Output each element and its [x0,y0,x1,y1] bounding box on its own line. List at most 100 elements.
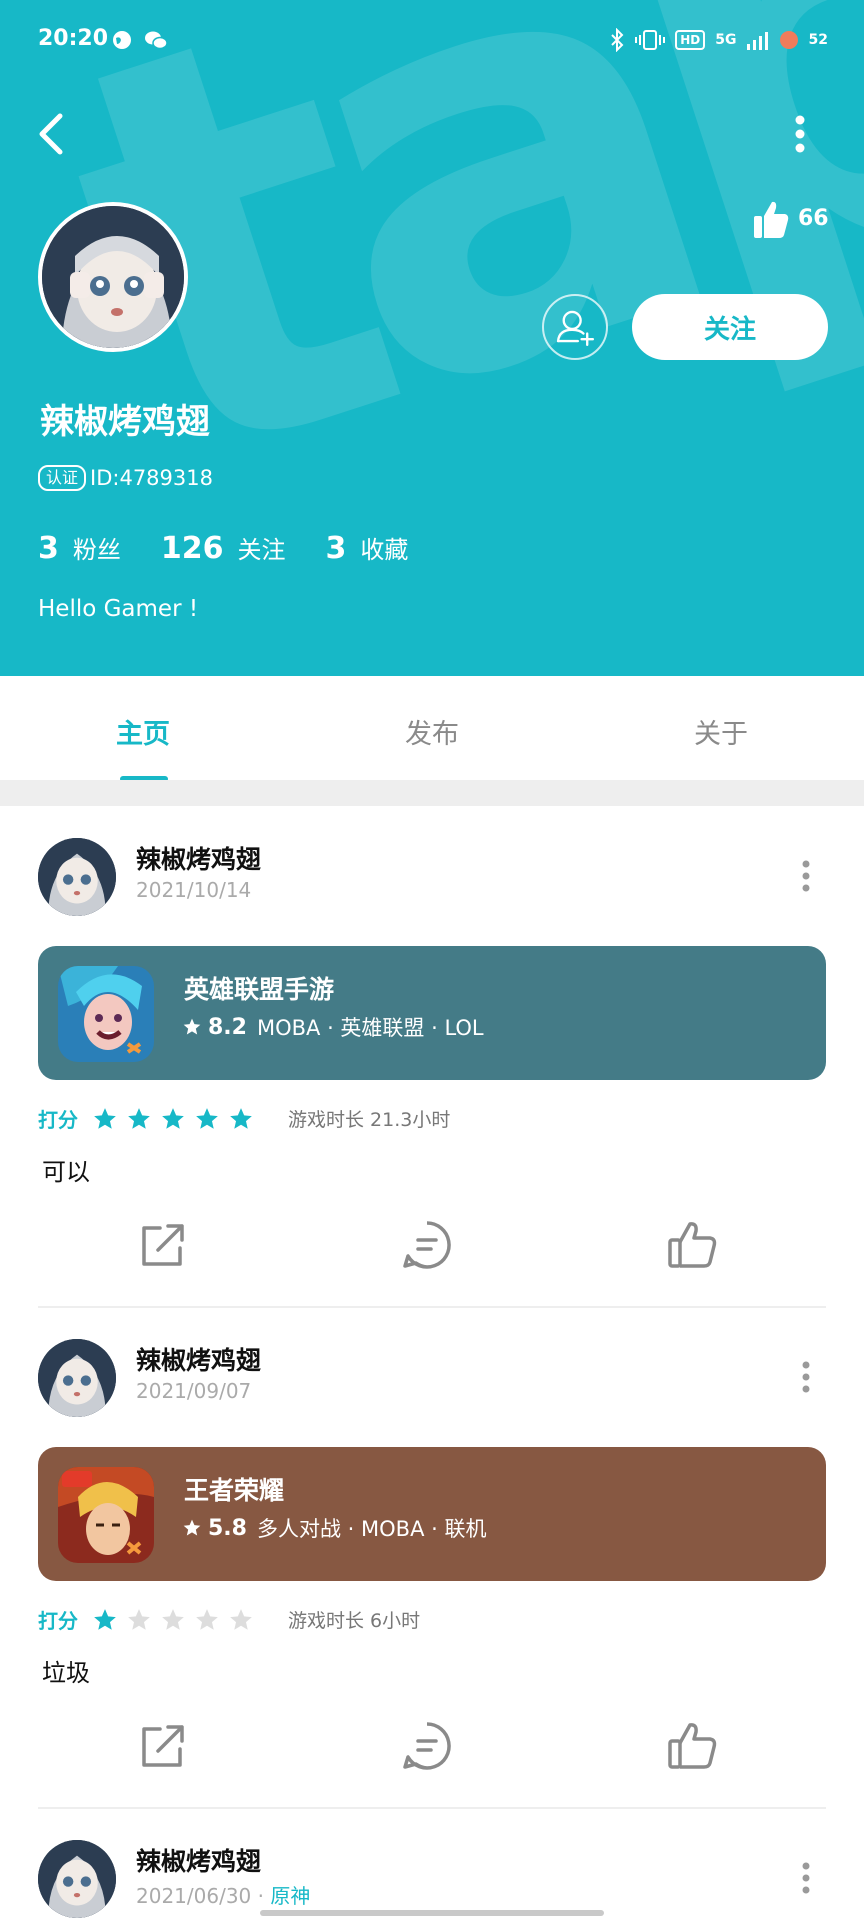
post-date: 2021/09/07 [136,1379,252,1403]
post-date: 2021/10/14 [136,878,252,902]
battery-icon [779,31,798,49]
wechat-icon [145,31,168,50]
rating-label: 打分 [38,1609,78,1633]
avatar-image [42,206,184,348]
signal-icon [746,32,768,50]
stat-label: 粉丝 [72,536,121,564]
battery-level: 52 [808,32,828,48]
game-card[interactable]: 王者荣耀 5.8 多人对战 · MOBA · 联机 [38,1447,826,1581]
game-title: 王者荣耀 [184,1476,285,1505]
comment-icon[interactable] [400,1218,454,1272]
thumbs-up-icon[interactable] [666,1719,720,1773]
game-rating-value: 8.2 [208,1014,247,1040]
stat-label: 关注 [237,536,286,564]
avatar-image [38,838,116,916]
more-vertical-icon[interactable] [786,108,814,160]
star-icon [230,1107,252,1129]
game-rating: 5.8 [182,1516,247,1541]
star-icon [162,1608,184,1630]
avatar-image [38,1339,116,1417]
status-bar: 20:20 HD 5G 52 [38,22,828,58]
avatar-image [38,1840,116,1918]
home-indicator[interactable] [260,1910,604,1916]
review-post: 辣椒烤鸡翅 2021/09/07 王者荣耀 5.8 多人对战 · MOBA · … [0,1307,864,1809]
stat-following[interactable]: 126 关注 [161,530,286,566]
star-icon [128,1608,150,1630]
share-icon[interactable] [136,1218,190,1272]
avatar[interactable] [38,838,116,916]
review-text: 垃圾 [42,1659,90,1687]
follow-button[interactable]: 关注 [632,294,828,360]
playtime: 游戏时长 6小时 [288,1610,421,1632]
profile-bio: Hello Gamer ! [38,596,199,622]
profile-likes[interactable]: 66 [752,200,829,240]
likes-count: 66 [798,206,829,231]
post-date: 2021/06/30 · 原神 [136,1880,310,1909]
star-icon [128,1107,150,1129]
star-icon [183,1018,201,1035]
star-icon [94,1107,116,1129]
rating-label: 打分 [38,1108,78,1132]
globe-icon [113,31,131,49]
game-tags: 多人对战 · MOBA · 联机 [256,1517,487,1541]
game-card[interactable]: 英雄联盟手游 8.2 MOBA · 英雄联盟 · LOL [38,946,826,1080]
verified-tag: 认证 [38,465,87,491]
profile-username: 辣椒烤鸡翅 [40,402,210,442]
more-vertical-icon[interactable] [796,1359,816,1395]
star-icon [196,1107,218,1129]
game-title: 英雄联盟手游 [184,975,335,1004]
back-arrow-icon[interactable] [30,108,74,160]
tab-home[interactable]: 主页 [116,712,170,751]
star-icon [196,1608,218,1630]
user-rating: 打分 游戏时长 6小时 [38,1605,420,1634]
review-post: 辣椒烤鸡翅 2021/06/30 · 原神 [0,1808,864,1920]
add-friend-icon[interactable] [542,294,608,360]
star-icon [183,1519,201,1536]
thumbs-up-icon[interactable] [666,1218,720,1272]
post-author[interactable]: 辣椒烤鸡翅 [136,840,261,876]
bluetooth-icon [611,28,624,52]
profile-stats: 3 粉丝 126 关注 3 收藏 [38,530,408,566]
avatar[interactable] [38,1339,116,1417]
profile-id-row: 认证 ID:4789318 [38,465,213,491]
game-rating: 8.2 [182,1015,247,1040]
section-divider [0,780,864,806]
avatar[interactable] [38,1840,116,1918]
game-tags: MOBA · 英雄联盟 · LOL [256,1016,484,1040]
star-icon [162,1107,184,1129]
post-game-tag[interactable]: 原神 [270,1884,310,1908]
game-meta: 8.2 MOBA · 英雄联盟 · LOL [182,1012,484,1042]
post-author[interactable]: 辣椒烤鸡翅 [136,1842,261,1878]
game-icon [58,1467,154,1563]
playtime: 游戏时长 21.3小时 [288,1109,451,1131]
stat-number: 126 [160,531,224,566]
stat-label: 收藏 [360,536,409,564]
star-icon [230,1608,252,1630]
game-art [58,966,154,1062]
profile-avatar[interactable] [38,202,188,352]
post-actions [0,1200,864,1290]
tab-posts[interactable]: 发布 [405,712,459,751]
profile-tabs: 主页 发布 关于 [0,676,864,782]
more-vertical-icon[interactable] [796,858,816,894]
star-icon [94,1608,116,1630]
profile-id: ID:4789318 [90,466,213,490]
status-time: 20:20 [38,26,109,51]
review-post: 辣椒烤鸡翅 2021/10/14 英雄联盟手游 8.2 MOBA · 英雄联盟 … [0,806,864,1308]
stat-favorites[interactable]: 3 收藏 [326,530,409,566]
share-icon[interactable] [136,1719,190,1773]
status-left-icons [112,30,168,50]
vibrate-icon [635,30,666,50]
more-vertical-icon[interactable] [796,1860,816,1896]
game-rating-value: 5.8 [208,1515,247,1541]
tab-about[interactable]: 关于 [694,712,748,751]
hd-badge: HD [675,30,706,50]
thumbs-up-icon [754,201,789,238]
post-actions [0,1701,864,1791]
stat-fans[interactable]: 3 粉丝 [38,530,121,566]
game-art [58,1467,154,1563]
post-author[interactable]: 辣椒烤鸡翅 [136,1341,261,1377]
game-meta: 5.8 多人对战 · MOBA · 联机 [182,1513,486,1543]
game-icon [58,966,154,1062]
comment-icon[interactable] [400,1719,454,1773]
